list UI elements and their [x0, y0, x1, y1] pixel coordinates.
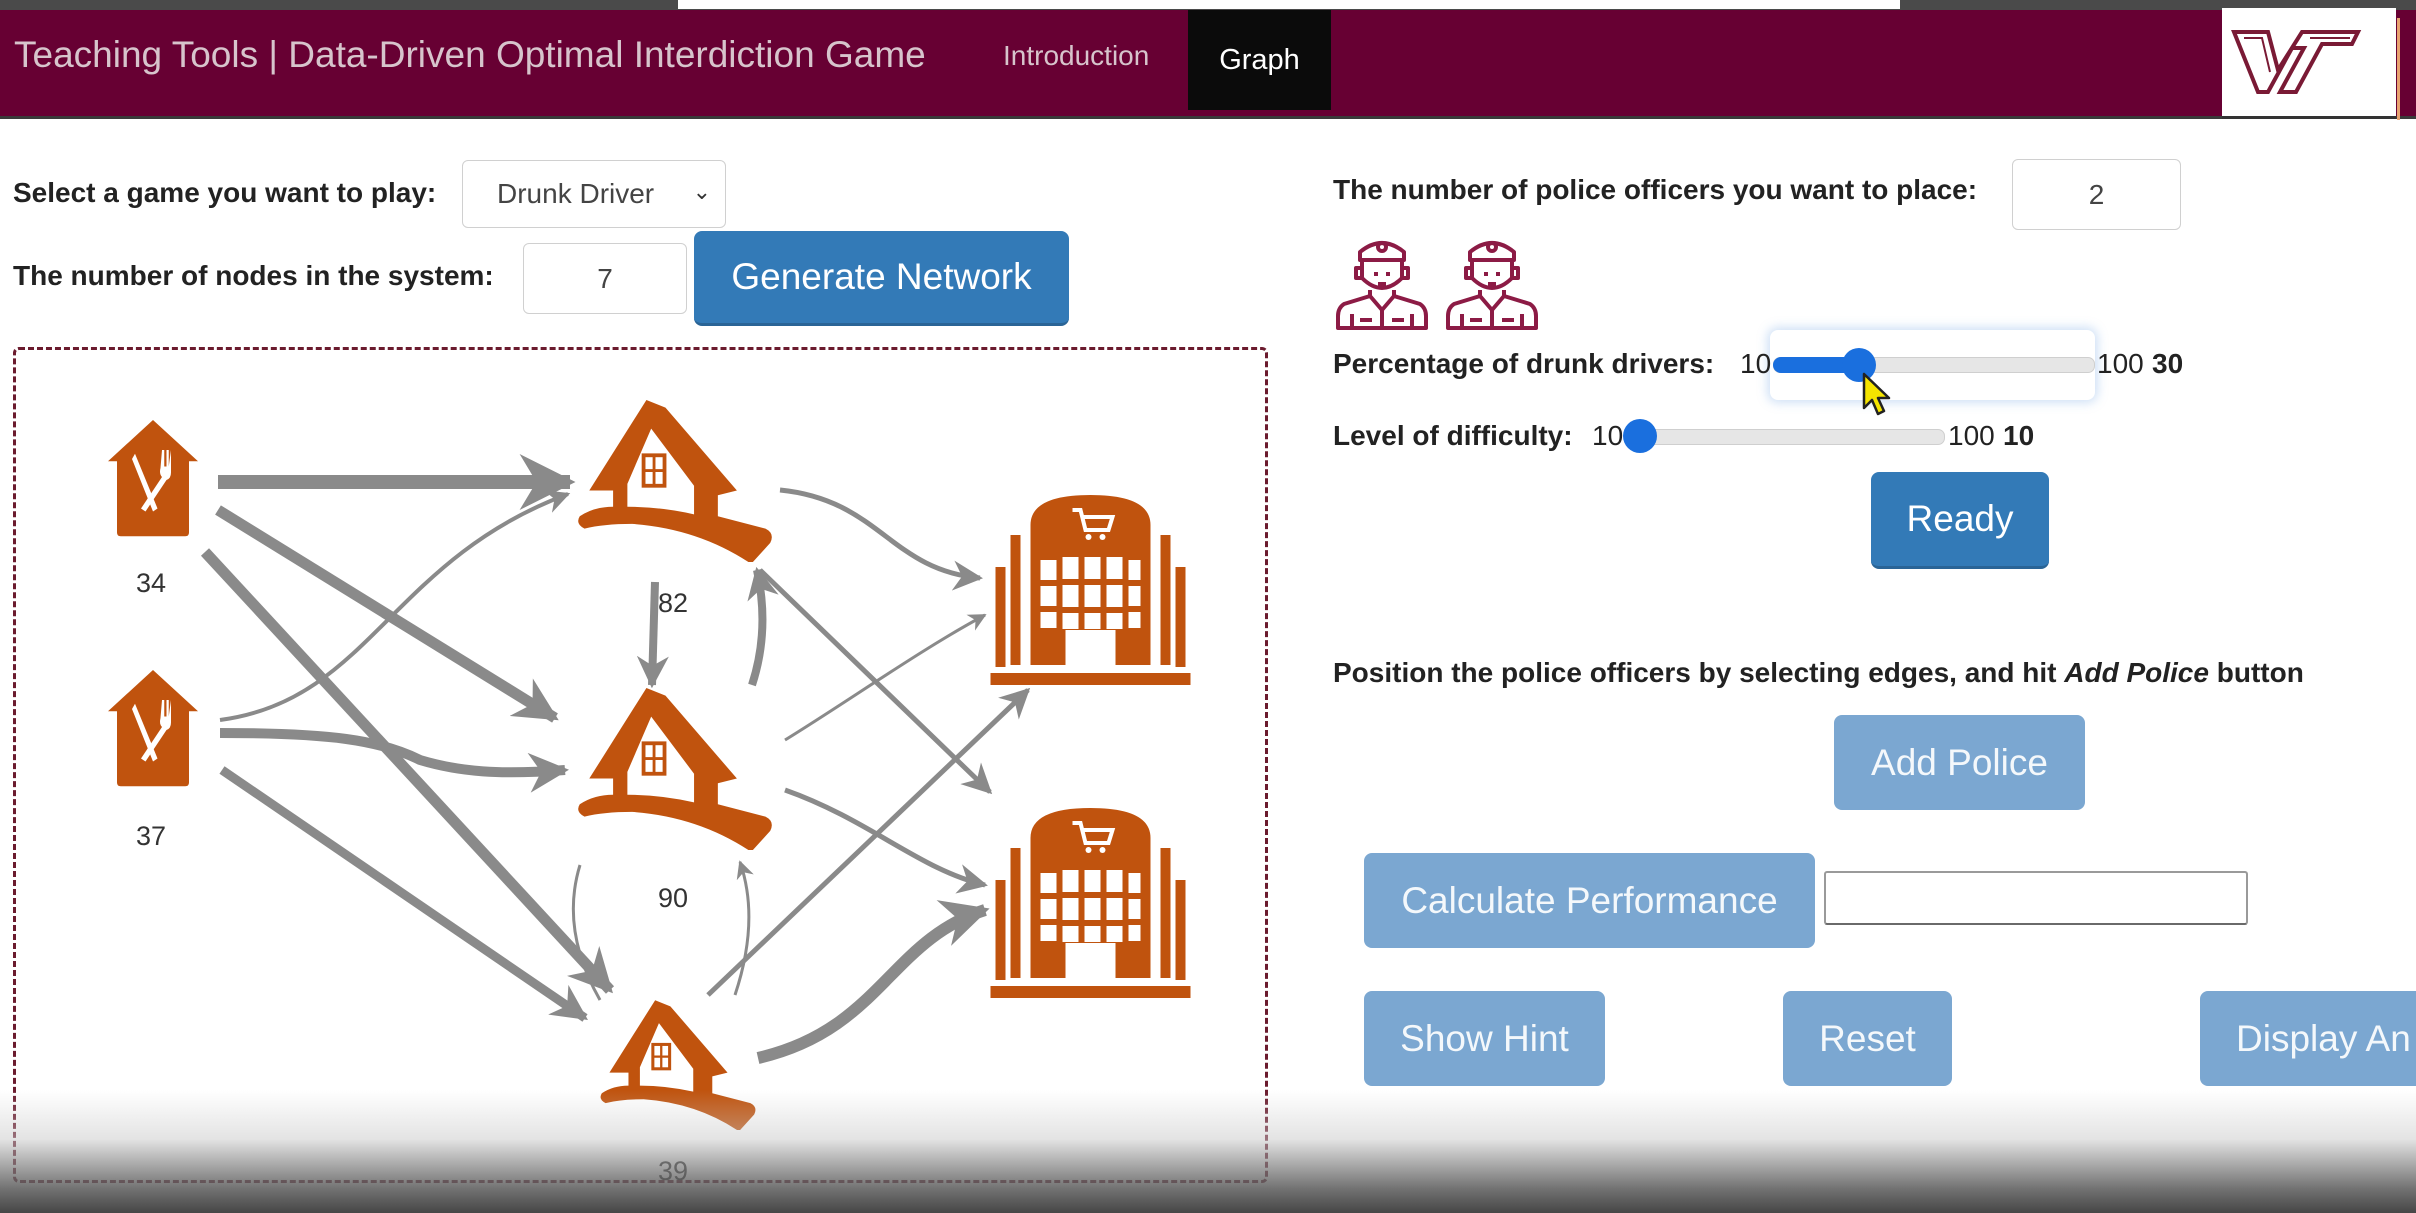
edge-r2-h1[interactable] — [219, 490, 571, 722]
difficulty-min: 10 — [1592, 420, 1624, 451]
calculate-performance-button[interactable]: Calculate Performance — [1364, 853, 1815, 948]
police-icons — [1332, 230, 1542, 330]
node-label: 90 — [658, 883, 688, 913]
drunk-drivers-label: Percentage of drunk drivers: — [1333, 348, 1715, 379]
node-r2[interactable]: 37 — [108, 670, 198, 851]
drunk-max: 100 — [2097, 348, 2144, 379]
node-s2[interactable] — [991, 808, 1191, 998]
reset-button[interactable]: Reset — [1783, 991, 1952, 1086]
node-h2[interactable]: 90 — [576, 688, 774, 913]
police-officer-icon — [1446, 241, 1538, 330]
instruction-pre: Position the police officers by selectin… — [1333, 657, 2065, 688]
house-icon — [599, 1000, 757, 1130]
restaurant-icon — [108, 420, 198, 537]
edge-h3-s2[interactable] — [756, 900, 990, 1064]
police-officer-icon — [1336, 241, 1428, 330]
node-label: 34 — [136, 568, 166, 598]
logo-divider — [2397, 18, 2400, 120]
police-count-input[interactable]: 2 — [2012, 159, 2181, 230]
drunk-min: 10 — [1740, 348, 1772, 379]
edge-h2-s1[interactable] — [784, 613, 987, 742]
edge-h2-h1[interactable] — [747, 566, 779, 687]
shopping-mall-icon — [991, 495, 1191, 685]
node-label: 37 — [136, 821, 166, 851]
add-police-button[interactable]: Add Police — [1834, 715, 2085, 810]
node-label: 82 — [658, 588, 688, 618]
edge-h2-s2[interactable] — [784, 787, 988, 894]
node-h3[interactable]: 39 — [599, 1000, 757, 1186]
edge-h3-h2[interactable] — [733, 860, 754, 996]
network-graph: 34 37 82 90 39 — [108, 400, 1280, 1186]
drunk-value: 30 — [2152, 348, 2184, 379]
edge-h1-s1[interactable] — [779, 487, 983, 591]
edge-h1-h2[interactable] — [636, 581, 669, 689]
difficulty-slider[interactable] — [1625, 429, 1945, 445]
mouse-cursor-icon — [1862, 372, 1891, 416]
instruction-text: Position the police officers by selectin… — [1333, 657, 2304, 689]
show-hint-button[interactable]: Show Hint — [1364, 991, 1605, 1086]
node-h1[interactable]: 82 — [576, 400, 774, 618]
difficulty-slider-thumb[interactable] — [1623, 419, 1657, 453]
difficulty-max: 100 — [1948, 420, 1995, 451]
edge-r2-h2[interactable] — [219, 728, 569, 793]
ready-button[interactable]: Ready — [1871, 472, 2049, 569]
house-icon — [576, 400, 774, 562]
house-icon — [576, 688, 774, 850]
difficulty-label: Level of difficulty: — [1333, 420, 1573, 451]
performance-result-field[interactable] — [1824, 871, 2248, 925]
difficulty-value: 10 — [2003, 420, 2035, 451]
node-r1[interactable]: 34 — [108, 420, 198, 598]
restaurant-icon — [108, 670, 198, 787]
instruction-emphasis: Add Police — [2064, 657, 2209, 688]
display-answer-button[interactable]: Display An — [2200, 991, 2416, 1086]
vt-logo[interactable] — [2222, 8, 2396, 119]
instruction-post: button — [2208, 657, 2304, 688]
edge-r2-h3[interactable] — [219, 766, 588, 1022]
shopping-mall-icon — [991, 808, 1191, 998]
node-label: 39 — [658, 1156, 688, 1186]
node-s1[interactable] — [991, 495, 1191, 685]
police-count-label: The number of police officers you want t… — [1333, 174, 1978, 205]
vt-logo-icon — [2231, 30, 2362, 94]
